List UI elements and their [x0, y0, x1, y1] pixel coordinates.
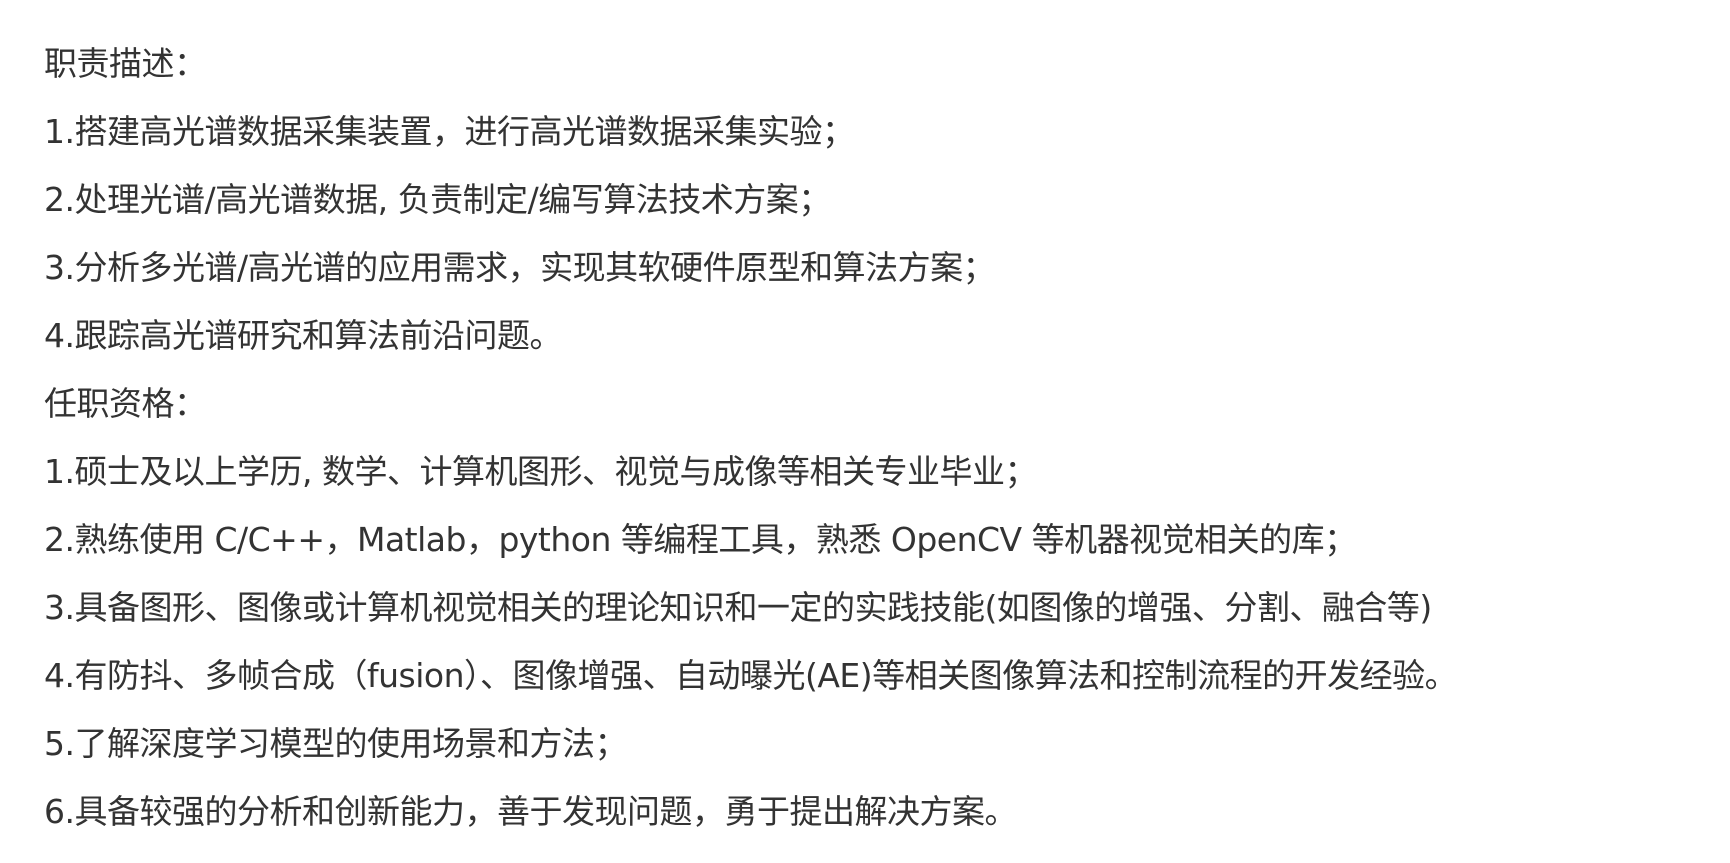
duty-item-4: 4.跟踪高光谱研究和算法前沿问题。 — [44, 316, 563, 355]
requirement-item-6: 6.具备较强的分析和创新能力，善于发现问题，勇于提出解决方案。 — [44, 792, 1018, 831]
requirement-item-1: 1.硕士及以上学历, 数学、计算机图形、视觉与成像等相关专业毕业； — [44, 452, 1037, 491]
job-description: 职责描述： 1.搭建高光谱数据采集装置，进行高光谱数据采集实验； 2.处理光谱/… — [44, 30, 1704, 846]
requirement-item-2: 2.熟练使用 C/C++，Matlab，python 等编程工具，熟悉 Open… — [44, 520, 1357, 559]
duty-item-2: 2.处理光谱/高光谱数据, 负责制定/编写算法技术方案； — [44, 180, 831, 219]
duties-heading: 职责描述： — [44, 44, 207, 83]
duty-item-3: 3.分析多光谱/高光谱的应用需求，实现其软硬件原型和算法方案； — [44, 248, 996, 287]
requirements-heading: 任职资格： — [44, 384, 207, 423]
requirement-item-4: 4.有防抖、多帧合成（fusion）、图像增强、自动曝光(AE)等相关图像算法和… — [44, 656, 1458, 695]
requirement-item-3: 3.具备图形、图像或计算机视觉相关的理论知识和一定的实践技能(如图像的增强、分割… — [44, 588, 1432, 627]
requirement-item-5: 5.了解深度学习模型的使用场景和方法； — [44, 724, 628, 763]
duty-item-1: 1.搭建高光谱数据采集装置，进行高光谱数据采集实验； — [44, 112, 855, 151]
